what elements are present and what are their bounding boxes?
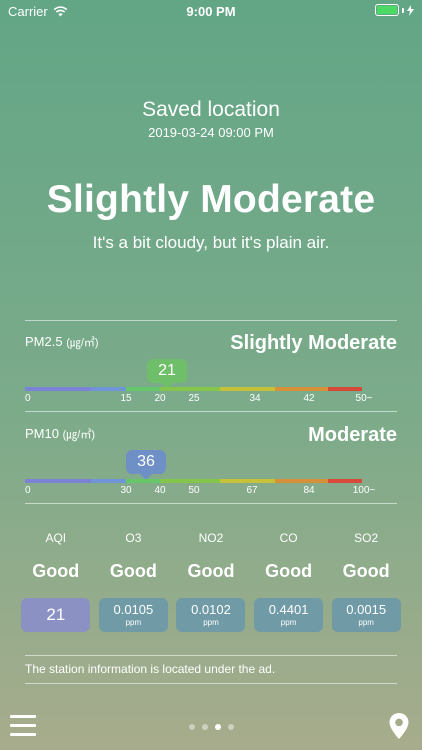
pm25-tick: 42 bbox=[303, 393, 315, 404]
aqi-value-box[interactable]: 21 bbox=[21, 598, 91, 632]
pm25-value-bubble: 21 bbox=[147, 359, 187, 389]
so2-unit: ppm bbox=[358, 617, 374, 627]
pm10-tick: 50 bbox=[188, 485, 200, 496]
scale-segment bbox=[126, 387, 160, 391]
page-dot[interactable] bbox=[227, 724, 234, 730]
page-dot[interactable] bbox=[214, 724, 221, 730]
status-right bbox=[375, 4, 414, 16]
pollutant-name-aqi: AQI bbox=[45, 531, 67, 545]
pm10-tick: 30 bbox=[120, 485, 132, 496]
pollutant-name-so2: SO2 bbox=[354, 531, 379, 545]
location-title: Saved location bbox=[142, 98, 280, 121]
scale-segment bbox=[220, 479, 275, 483]
pm25-tick: 0 bbox=[25, 393, 31, 404]
pm10-value-bubble: 36 bbox=[126, 450, 166, 480]
pm25-tick: 15 bbox=[120, 393, 132, 404]
pm10-tick: 84 bbox=[303, 485, 315, 496]
overall-status: Slightly Moderate bbox=[46, 178, 376, 221]
scale-segment bbox=[91, 387, 126, 391]
status-description: It's a bit cloudy, but it's plain air. bbox=[92, 233, 330, 252]
divider bbox=[25, 320, 397, 321]
no2-value-box[interactable]: 0.0102 ppm bbox=[176, 598, 246, 632]
pm25-name: PM2.5 bbox=[25, 334, 63, 349]
pm10-tick: 100~ bbox=[352, 485, 376, 496]
pollutant-grade-o3: Good bbox=[109, 561, 157, 581]
page-dot[interactable] bbox=[188, 724, 195, 730]
scale-segment bbox=[160, 387, 220, 391]
pm10-status: Moderate bbox=[308, 424, 397, 446]
scale-segment bbox=[25, 387, 91, 391]
pollutant-grade-co: Good bbox=[265, 561, 313, 581]
pm25-tick: 50~ bbox=[355, 393, 373, 404]
pollutant-name-no2: NO2 bbox=[198, 531, 224, 545]
pollutant-grade-no2: Good bbox=[187, 561, 235, 581]
location-datetime: 2019-03-24 09:00 PM bbox=[148, 125, 274, 140]
charging-bolt-icon bbox=[407, 4, 414, 16]
pollutant-name-co: CO bbox=[279, 531, 298, 545]
status-time: 9:00 PM bbox=[186, 4, 236, 19]
so2-value-box[interactable]: 0.0015 ppm bbox=[331, 598, 401, 632]
scale-segment bbox=[328, 387, 362, 391]
scale-segment bbox=[25, 479, 91, 483]
scale-segment bbox=[126, 479, 160, 483]
o3-value-box[interactable]: 0.0105 ppm bbox=[98, 598, 168, 632]
o3-unit: ppm bbox=[125, 617, 142, 627]
pollutant-grades: Good Good Good Good Good bbox=[17, 561, 405, 582]
location-pin-icon[interactable] bbox=[389, 713, 409, 739]
no2-unit: ppm bbox=[203, 617, 219, 627]
status-bar: Carrier 9:00 PM bbox=[0, 0, 422, 22]
aqi-value: 21 bbox=[46, 605, 66, 624]
station-note: The station information is located under… bbox=[25, 662, 276, 676]
battery-icon bbox=[375, 4, 399, 16]
divider bbox=[25, 655, 397, 656]
pm10-tick: 67 bbox=[246, 485, 258, 496]
pm25-label: PM2.5 (㎍/㎥) bbox=[25, 334, 99, 350]
pm25-tick: 20 bbox=[154, 393, 166, 404]
pm10-scale-bar bbox=[25, 479, 397, 483]
pm10-tick: 40 bbox=[154, 485, 166, 496]
pm25-tick: 34 bbox=[249, 393, 261, 404]
page-dot[interactable] bbox=[201, 724, 208, 730]
o3-value: 0.0105 bbox=[113, 601, 154, 617]
co-value: 0.4401 bbox=[268, 601, 309, 617]
divider bbox=[25, 503, 397, 504]
scale-segment bbox=[275, 387, 328, 391]
pollutant-grade-so2: Good bbox=[342, 561, 390, 581]
pm10-unit: (㎍/㎥) bbox=[62, 429, 95, 441]
pollutant-headers: AQI O3 NO2 CO SO2 bbox=[17, 531, 405, 545]
scale-segment bbox=[160, 479, 220, 483]
pm10-name: PM10 bbox=[25, 426, 59, 441]
co-unit: ppm bbox=[280, 617, 297, 627]
pollutant-grade-aqi: Good bbox=[32, 561, 80, 581]
pm10-tick: 0 bbox=[25, 485, 31, 496]
no2-value: 0.0102 bbox=[191, 601, 231, 617]
scale-segment bbox=[220, 387, 275, 391]
scale-segment bbox=[275, 479, 328, 483]
scale-segment bbox=[328, 479, 362, 483]
pollutant-name-o3: O3 bbox=[125, 531, 142, 545]
scale-segment bbox=[91, 479, 126, 483]
pm25-unit: (㎍/㎥) bbox=[66, 337, 99, 349]
battery-nub bbox=[402, 7, 404, 13]
divider bbox=[25, 411, 397, 412]
so2-value: 0.0015 bbox=[346, 601, 387, 617]
pollutant-values: 21 0.0105 ppm 0.0102 ppm 0.4401 ppm 0.00… bbox=[17, 598, 405, 632]
pm25-scale-bar bbox=[25, 387, 397, 391]
divider bbox=[25, 683, 397, 684]
pm10-label: PM10 (㎍/㎥) bbox=[25, 426, 95, 442]
pm25-status: Slightly Moderate bbox=[230, 332, 397, 354]
pm25-tick: 25 bbox=[188, 393, 200, 404]
page-indicator[interactable] bbox=[0, 724, 422, 730]
co-value-box[interactable]: 0.4401 ppm bbox=[254, 598, 324, 632]
